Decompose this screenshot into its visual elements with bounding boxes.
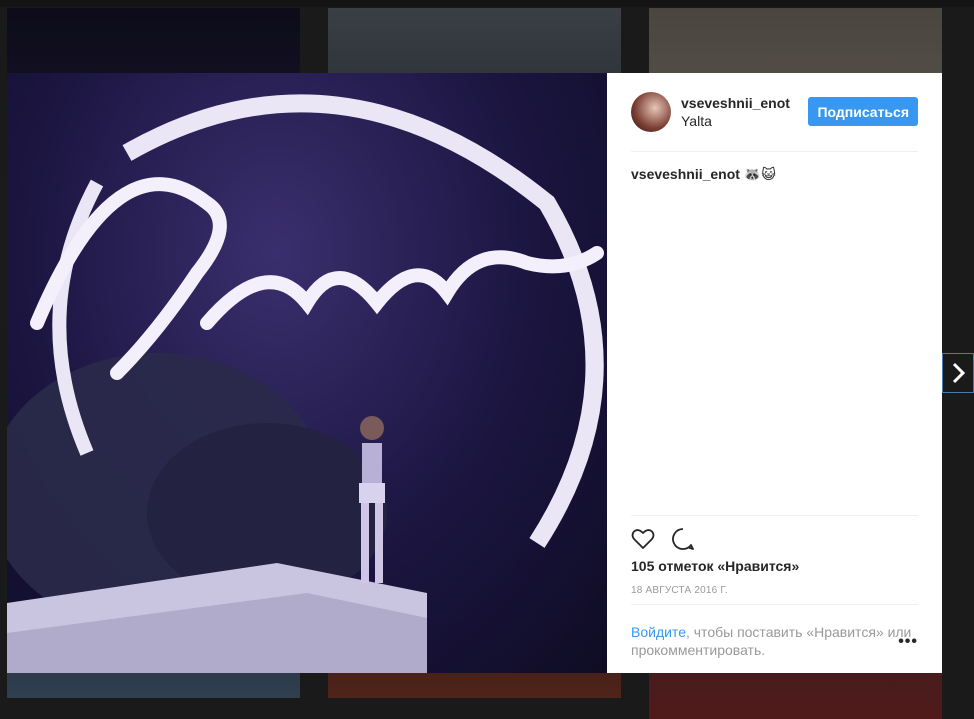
post-date[interactable]: 18 АВГУСТА 2016 Г.: [631, 585, 918, 596]
login-prompt: Войдите, чтобы поставить «Нравится» или …: [631, 604, 918, 659]
post-actions: 105 отметок «Нравится» 18 АВГУСТА 2016 Г…: [631, 515, 918, 596]
login-link[interactable]: Войдите: [631, 624, 686, 640]
post-modal: vseveshnii_enot Yalta Подписаться vseves…: [7, 73, 942, 673]
likes-count[interactable]: 105 отметок «Нравится»: [631, 558, 918, 574]
caption-username[interactable]: vseveshnii_enot: [631, 166, 740, 182]
post-header: vseveshnii_enot Yalta Подписаться: [631, 73, 918, 152]
post-sidebar: vseveshnii_enot Yalta Подписаться vseves…: [607, 73, 942, 673]
chevron-right-icon: [952, 362, 966, 384]
more-options-icon[interactable]: •••: [898, 633, 918, 651]
post-photo[interactable]: [7, 73, 607, 673]
follow-button[interactable]: Подписаться: [808, 97, 918, 126]
heart-icon[interactable]: [631, 519, 671, 559]
caption: vseveshnii_enot 🦝😺: [631, 166, 918, 183]
action-icons: [631, 516, 918, 562]
comment-icon[interactable]: [671, 519, 711, 559]
next-button[interactable]: [942, 353, 974, 393]
photo-illustration: [7, 94, 604, 673]
user-info: vseveshnii_enot Yalta: [681, 95, 791, 129]
location-link[interactable]: Yalta: [681, 113, 791, 129]
username-link[interactable]: vseveshnii_enot: [681, 95, 791, 111]
caption-text: 🦝😺: [743, 166, 776, 182]
avatar[interactable]: [631, 92, 671, 132]
